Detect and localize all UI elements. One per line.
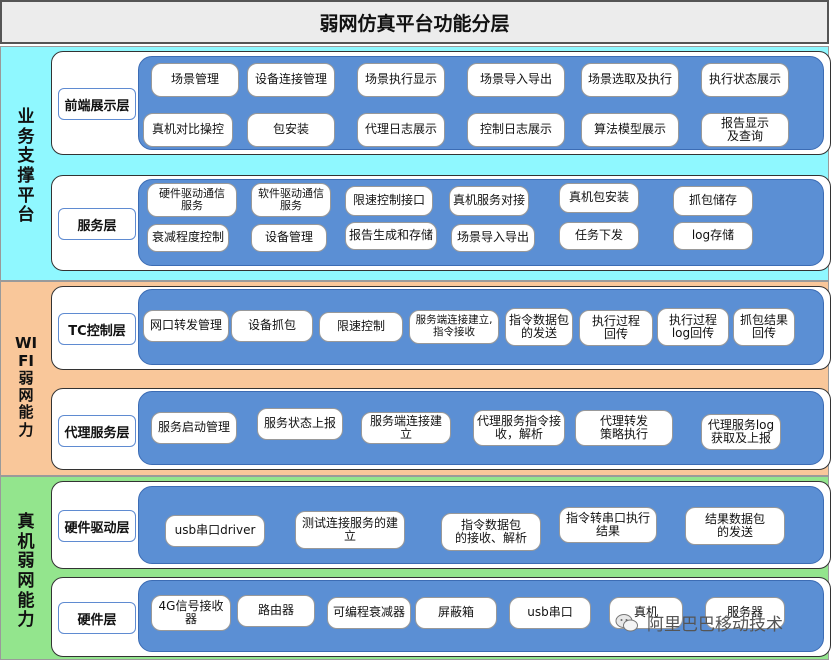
item-real-service-dock: 真机服务对接 xyxy=(449,186,529,216)
item-cmd-serial-exec-result: 指令转串口执行 结果 xyxy=(559,507,657,543)
item-report-generate-store: 报告生成和存储 xyxy=(345,222,437,250)
layer-hw-driver: 硬件驱动层 usb串口driver 测试连接服务的建 立 指令数据包 的接收、解… xyxy=(51,481,831,569)
item-proxy-forward-strategy: 代理转发 策略执行 xyxy=(575,410,673,446)
item-device-manage: 设备管理 xyxy=(251,224,327,252)
item-real-package-install: 真机包安装 xyxy=(559,183,639,213)
item-device-conn-manage: 设备连接管理 xyxy=(247,63,335,97)
item-test-conn-service-build: 测试连接服务的建 立 xyxy=(295,511,405,549)
item-package-install: 包安装 xyxy=(247,113,335,147)
item-capture-result-return: 抓包结果 回传 xyxy=(733,308,795,346)
item-server-conn-cmd-receive: 服务端连接建立, 指令接收 xyxy=(409,310,499,344)
panel-proxy-service: 服务启动管理 服务状态上报 服务端连接建立 代理服务指令接 收，解析 代理转发 … xyxy=(138,391,824,465)
item-exec-log-return: 执行过程 log回传 xyxy=(657,308,729,346)
item-scene-import-export: 场景导入导出 xyxy=(467,63,565,97)
item-capture-store: 抓包储存 xyxy=(673,186,753,216)
watermark-text: 阿里巴巴移动技术 xyxy=(647,615,783,635)
watermark: 阿里巴巴移动技术 xyxy=(615,610,783,635)
item-service-status-report: 服务状态上报 xyxy=(257,408,343,440)
item-router: 路由器 xyxy=(237,595,315,627)
item-server-conn-build: 服务端连接建立 xyxy=(361,412,451,444)
item-shield-box: 屏蔽箱 xyxy=(415,597,497,629)
item-cmd-packet-send: 指令数据包 的发送 xyxy=(505,308,573,346)
item-cmd-packet-receive-parse: 指令数据包 的接收、解析 xyxy=(441,513,541,551)
layer-proxy-service: 代理服务层 服务启动管理 服务状态上报 服务端连接建立 代理服务指令接 收，解析… xyxy=(51,388,831,470)
layer-label-frontend: 前端展示层 xyxy=(58,88,136,120)
item-algorithm-model-show: 算法模型展示 xyxy=(581,113,679,147)
item-log-store: log存储 xyxy=(673,222,753,250)
band-business: 业 务 支 撑 平 台 前端展示层 场景管理 设备连接管理 场景执行显示 场景导… xyxy=(0,46,831,281)
page-title: 弱网仿真平台功能分层 xyxy=(0,0,829,44)
item-result-packet-send: 结果数据包 的发送 xyxy=(685,507,785,545)
item-exec-process-return: 执行过程 回传 xyxy=(579,310,653,346)
item-4g-receiver: 4G信号接收 器 xyxy=(151,595,231,631)
item-rate-limit-control: 限速控制 xyxy=(319,312,403,342)
layer-frontend: 前端展示层 场景管理 设备连接管理 场景执行显示 场景导入导出 场景选取及执行 … xyxy=(51,51,831,155)
item-real-device-compare: 真机对比操控 xyxy=(143,113,233,147)
item-service-start-manage: 服务启动管理 xyxy=(151,412,237,444)
item-scene-select-exec: 场景选取及执行 xyxy=(581,63,679,97)
item-proxy-log-show: 代理日志展示 xyxy=(357,113,445,147)
band-label-wifi: WI FI 弱 网 能 力 xyxy=(14,334,38,439)
layer-label-tc-control: TC控制层 xyxy=(58,313,136,345)
item-control-log-show: 控制日志展示 xyxy=(467,113,565,147)
item-sw-driver-comm: 软件驱动通信 服务 xyxy=(251,183,331,217)
layer-service: 服务层 硬件驱动通信 服务 软件驱动通信 服务 限速控制接口 真机服务对接 真机… xyxy=(51,175,831,271)
item-rate-limit-api: 限速控制接口 xyxy=(345,186,433,216)
item-proxy-cmd-parse: 代理服务指令接 收，解析 xyxy=(473,410,565,446)
item-attenuation-control: 衰减程度控制 xyxy=(147,224,229,252)
panel-tc-control: 网口转发管理 设备抓包 限速控制 服务端连接建立, 指令接收 指令数据包 的发送… xyxy=(138,289,824,365)
layer-label-service: 服务层 xyxy=(58,208,136,240)
panel-hw-driver: usb串口driver 测试连接服务的建 立 指令数据包 的接收、解析 指令转串… xyxy=(138,486,824,564)
wechat-icon xyxy=(615,613,638,631)
band-label-device: 真 机 弱 网 能 力 xyxy=(17,512,35,631)
item-scene-import-export-2: 场景导入导出 xyxy=(451,224,535,252)
item-hw-driver-comm: 硬件驱动通信 服务 xyxy=(147,183,237,217)
item-report-show-query: 报告显示 及查询 xyxy=(701,113,789,147)
item-task-dispatch: 任务下发 xyxy=(559,222,639,250)
item-scene-manage: 场景管理 xyxy=(151,63,239,97)
item-port-forward-manage: 网口转发管理 xyxy=(143,310,229,342)
band-label-business: 业 务 支 撑 平 台 xyxy=(17,107,35,226)
layer-label-hardware: 硬件层 xyxy=(58,602,136,634)
panel-service: 硬件驱动通信 服务 软件驱动通信 服务 限速控制接口 真机服务对接 真机包安装 … xyxy=(138,179,824,266)
panel-frontend: 场景管理 设备连接管理 场景执行显示 场景导入导出 场景选取及执行 执行状态展示… xyxy=(138,56,824,150)
item-usb-serial-driver: usb串口driver xyxy=(165,515,265,547)
item-programmable-attenuator: 可编程衰减器 xyxy=(327,597,411,629)
item-scene-exec-show: 场景执行显示 xyxy=(357,63,445,97)
item-proxy-log-report: 代理服务log 获取及上报 xyxy=(701,414,781,450)
item-device-capture: 设备抓包 xyxy=(231,310,313,342)
item-exec-status-show: 执行状态展示 xyxy=(701,63,789,97)
item-usb-serial: usb串口 xyxy=(509,597,591,629)
layer-label-proxy-service: 代理服务层 xyxy=(58,415,136,447)
band-wifi: WI FI 弱 网 能 力 TC控制层 网口转发管理 设备抓包 限速控制 服务端… xyxy=(0,281,831,476)
layer-label-hw-driver: 硬件驱动层 xyxy=(58,510,136,542)
layer-tc-control: TC控制层 网口转发管理 设备抓包 限速控制 服务端连接建立, 指令接收 指令数… xyxy=(51,286,831,370)
